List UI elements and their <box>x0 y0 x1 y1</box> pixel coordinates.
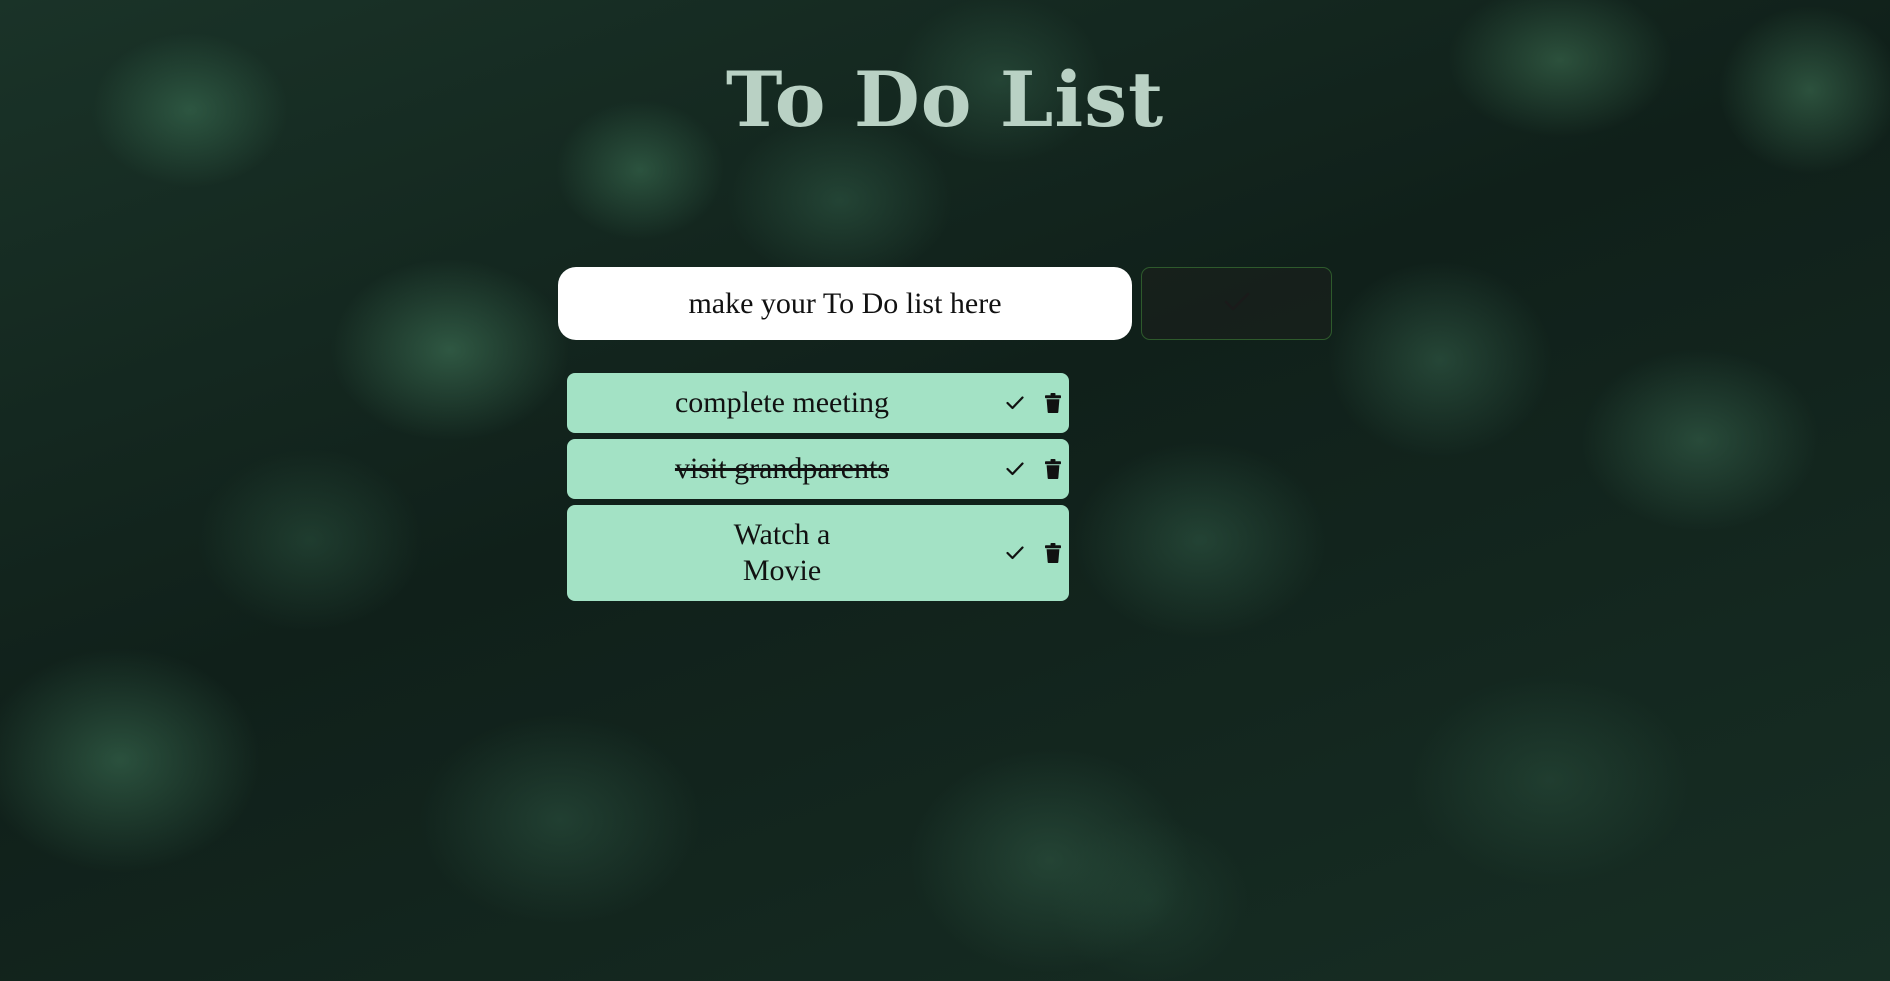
complete-todo-button[interactable] <box>1003 457 1027 481</box>
trash-icon <box>1045 393 1061 413</box>
page-title: To Do List <box>725 55 1165 144</box>
todo-actions <box>1003 457 1065 481</box>
complete-todo-button[interactable] <box>1003 391 1027 415</box>
todo-actions <box>1003 391 1065 415</box>
todo-item-text: visit grandparents <box>674 452 890 485</box>
check-icon <box>1006 396 1024 410</box>
delete-todo-button[interactable] <box>1041 457 1065 481</box>
todo-actions <box>1003 541 1065 565</box>
add-todo-button[interactable] <box>1141 267 1332 340</box>
todo-list: complete meeting visit grandparents Watc… <box>567 373 1069 607</box>
trash-icon <box>1045 543 1061 563</box>
delete-todo-button[interactable] <box>1041 391 1065 415</box>
todo-item: Watch a Movie <box>567 505 1069 601</box>
trash-icon <box>1045 459 1061 479</box>
check-icon <box>1224 292 1250 316</box>
todo-input[interactable] <box>558 267 1132 340</box>
todo-item: complete meeting <box>567 373 1069 433</box>
todo-item-text: Watch a Movie <box>733 518 831 587</box>
todo-item: visit grandparents <box>567 439 1069 499</box>
check-icon <box>1006 546 1024 560</box>
check-icon <box>1006 462 1024 476</box>
delete-todo-button[interactable] <box>1041 541 1065 565</box>
complete-todo-button[interactable] <box>1003 541 1027 565</box>
todo-item-text: complete meeting <box>674 386 890 419</box>
